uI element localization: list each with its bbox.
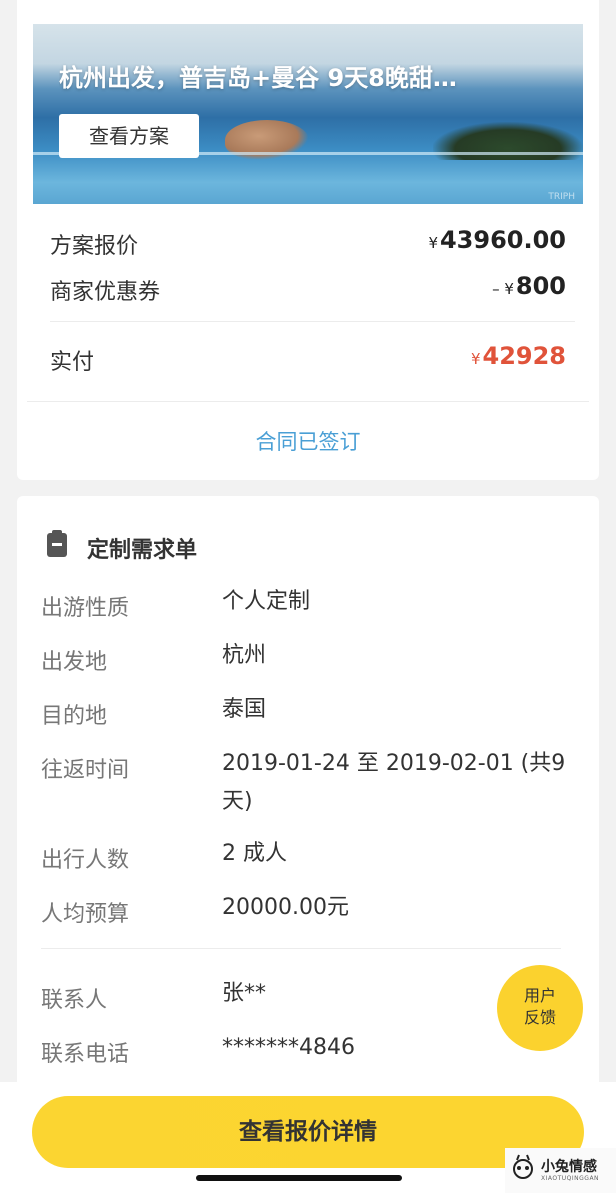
view-plan-button[interactable]: 查看方案	[59, 114, 199, 158]
quote-currency: ¥	[428, 234, 438, 252]
info-value: 2 成人	[222, 841, 287, 866]
price-divider	[50, 321, 575, 322]
logo-name: 小兔情感	[541, 1159, 597, 1175]
contract-divider	[27, 401, 589, 402]
plan-title: 杭州出发，普吉岛+曼谷 9天8晚甜…	[59, 64, 457, 92]
rabbit-logo-icon	[513, 1154, 533, 1179]
coupon-value: 800	[515, 272, 566, 300]
info-value: 泰国	[222, 697, 267, 722]
info-value: 2019-01-24 至 2019-02-01 (共9天)	[222, 751, 566, 814]
paid-row: 实付 ¥42928	[50, 338, 566, 378]
view-quote-details-button[interactable]: 查看报价详情	[32, 1096, 584, 1168]
paid-label: 实付	[50, 350, 95, 375]
banner-watermark: TRIPH	[548, 192, 575, 202]
requirements-title: 定制需求单	[87, 538, 198, 563]
paid-currency: ¥	[470, 350, 481, 368]
contact-divider	[41, 948, 561, 949]
paid-amount: ¥42928	[471, 342, 566, 370]
quote-row: 方案报价 ¥43960.00	[50, 222, 566, 262]
home-indicator	[196, 1175, 402, 1181]
paid-value: 42928	[482, 342, 567, 370]
info-key: 目的地	[41, 704, 108, 729]
info-key: 人均预算	[41, 902, 130, 927]
info-key: 联系电话	[41, 1042, 130, 1067]
plan-card: 杭州出发，普吉岛+曼谷 9天8晚甜… 查看方案 TRIPH 方案报价 ¥4396…	[17, 0, 599, 480]
info-value: 20000.00元	[222, 895, 349, 920]
coupon-row: 商家优惠券 – ¥800	[50, 268, 566, 308]
user-feedback-button[interactable]: 用户 反馈	[497, 965, 583, 1051]
logo-subtitle: XIAOTUQINGGAN	[541, 1175, 600, 1182]
info-value: 个人定制	[222, 589, 311, 614]
coupon-label: 商家优惠券	[50, 280, 161, 305]
page: 杭州出发，普吉岛+曼谷 9天8晚甜… 查看方案 TRIPH 方案报价 ¥4396…	[0, 0, 616, 1193]
info-key: 出游性质	[41, 596, 130, 621]
info-key: 出发地	[41, 650, 108, 675]
quote-amount: ¥43960.00	[428, 226, 566, 254]
info-key: 往返时间	[41, 758, 130, 783]
quote-label: 方案报价	[50, 234, 139, 259]
feedback-line-2: 反馈	[523, 1008, 556, 1027]
plan-banner[interactable]: 杭州出发，普吉岛+曼谷 9天8晚甜… 查看方案 TRIPH	[33, 24, 583, 204]
contract-status-link[interactable]: 合同已签订	[17, 426, 599, 456]
quote-value: 43960.00	[439, 226, 566, 254]
coupon-currency: – ¥	[492, 280, 514, 298]
coupon-amount: – ¥800	[492, 272, 566, 300]
feedback-line-1: 用户	[523, 986, 556, 1005]
info-key: 出行人数	[41, 848, 130, 873]
info-key: 联系人	[41, 988, 108, 1013]
watermark-logo: 小兔情感 XIAOTUQINGGAN	[505, 1148, 616, 1193]
info-value: 杭州	[222, 643, 267, 668]
clipboard-icon	[47, 530, 67, 557]
